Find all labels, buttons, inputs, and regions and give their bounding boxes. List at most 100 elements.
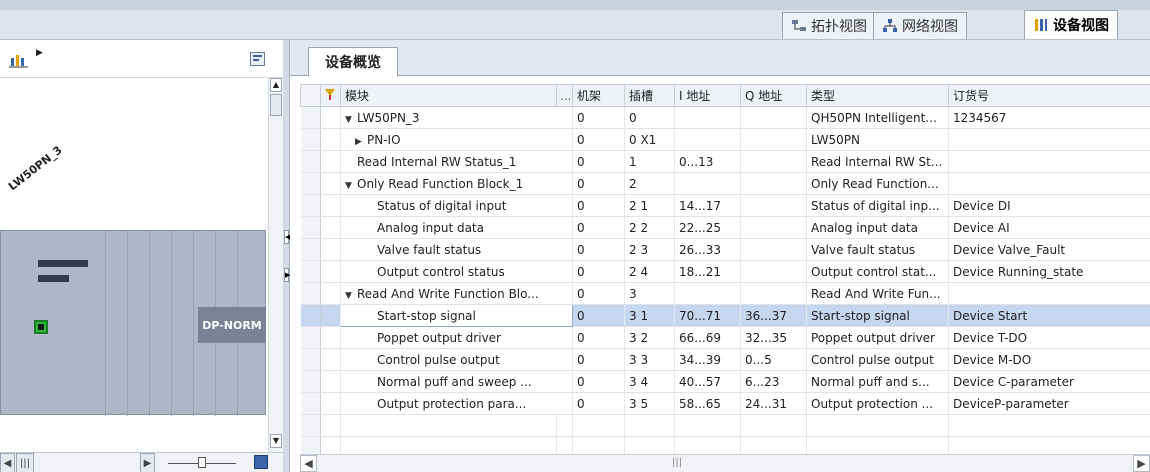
module-name-cell[interactable]: ▼ Read And Write Function Blo...	[340, 282, 573, 305]
q-address-cell[interactable]: 24...31	[740, 392, 807, 415]
i-address-cell[interactable]: 70...71	[674, 304, 741, 327]
module-name-cell[interactable]: Valve fault status	[340, 238, 573, 261]
slot-cell[interactable]: 2 3	[624, 238, 675, 261]
zoom-slider[interactable]	[168, 457, 236, 469]
device-canvas[interactable]: LW50PN_3 DP-NORM	[0, 78, 268, 452]
slot-cell[interactable]: 2 2	[624, 216, 675, 239]
row-gutter[interactable]	[300, 150, 321, 173]
collapse-left-icon[interactable]: ◀	[284, 230, 290, 244]
rack-cell[interactable]: 0	[572, 260, 625, 283]
scroll-thumb[interactable]	[270, 94, 282, 116]
type-cell[interactable]: Analog input data	[806, 216, 949, 239]
rack-cell[interactable]: 0	[572, 238, 625, 261]
device-tree-icon[interactable]	[8, 52, 30, 70]
rack-cell[interactable]: 0	[572, 326, 625, 349]
tab-device-view[interactable]: 设备视图	[1024, 10, 1118, 39]
type-cell[interactable]: Status of digital inp...	[806, 194, 949, 217]
slot-cell[interactable]: 2	[624, 172, 675, 195]
port-status-icon[interactable]	[34, 320, 48, 334]
graphic-vertical-scrollbar[interactable]: ▲ ▼	[268, 78, 283, 452]
row-gutter[interactable]	[300, 216, 321, 239]
table-row[interactable]: Control pulse output 0 3 3 34...39 0...5 Cont…	[300, 348, 1150, 371]
q-address-cell[interactable]	[740, 194, 807, 217]
header-module[interactable]: 模块	[340, 84, 557, 107]
slot-cell[interactable]: 3 4	[624, 370, 675, 393]
scroll-down-icon[interactable]: ▼	[270, 434, 282, 448]
order-number-cell[interactable]	[948, 172, 1150, 195]
row-gutter[interactable]	[300, 128, 321, 151]
rack-cell[interactable]: 0	[572, 370, 625, 393]
q-address-cell[interactable]	[740, 216, 807, 239]
scroll-right-icon[interactable]: ▶	[140, 453, 155, 472]
header-q-address[interactable]: Q 地址	[740, 84, 807, 107]
type-cell[interactable]: Poppet output driver	[806, 326, 949, 349]
row-gutter[interactable]	[300, 106, 321, 129]
slot-cell[interactable]: 3	[624, 282, 675, 305]
dp-norm-module[interactable]: DP-NORM	[198, 307, 266, 343]
tab-network-view[interactable]: 网络视图	[873, 12, 967, 39]
empty-table-row[interactable]	[300, 414, 1150, 437]
i-address-cell[interactable]: 34...39	[674, 348, 741, 371]
module-name-cell[interactable]: ▶ PN-IO	[340, 128, 573, 151]
type-cell[interactable]: Control pulse output	[806, 348, 949, 371]
slot-cell[interactable]: 3 5	[624, 392, 675, 415]
collapse-node-icon[interactable]: ▼	[345, 115, 357, 125]
overview-horizontal-scrollbar[interactable]: ◀ ||| ▶	[300, 454, 1150, 472]
rack-cell[interactable]: 0	[572, 216, 625, 239]
type-cell[interactable]: Output protection ...	[806, 392, 949, 415]
collapse-node-icon[interactable]: ▼	[345, 181, 357, 191]
rack-cell[interactable]: 0	[572, 150, 625, 173]
order-number-cell[interactable]	[948, 282, 1150, 305]
row-gutter[interactable]	[300, 238, 321, 261]
q-address-cell[interactable]	[740, 106, 807, 129]
type-cell[interactable]: Read Internal RW St...	[806, 150, 949, 173]
order-number-cell[interactable]: Device Start	[948, 304, 1150, 327]
i-address-cell[interactable]: 0...13	[674, 150, 741, 173]
order-number-cell[interactable]	[948, 128, 1150, 151]
rack-cell[interactable]: 0	[572, 128, 625, 151]
zoom-slider-thumb[interactable]	[198, 457, 206, 468]
row-gutter[interactable]	[300, 370, 321, 393]
order-number-cell[interactable]: Device Valve_Fault	[948, 238, 1150, 261]
expand-arrow-icon[interactable]: ▶	[36, 48, 43, 58]
scroll-left-icon[interactable]: ◀	[300, 455, 317, 472]
i-address-cell[interactable]	[674, 106, 741, 129]
module-name-cell[interactable]: Output protection para...	[340, 392, 573, 415]
row-gutter[interactable]	[300, 326, 321, 349]
panel-splitter[interactable]: ◀ ▶	[283, 40, 290, 472]
slot-cell[interactable]: 0 X1	[624, 128, 675, 151]
table-row[interactable]: Start-stop signal 0 3 1 70...71 36...37 Start…	[300, 304, 1150, 327]
module-name-cell[interactable]: ▼ Only Read Function Block_1	[340, 172, 573, 195]
order-number-cell[interactable]: Device AI	[948, 216, 1150, 239]
i-address-cell[interactable]: 40...57	[674, 370, 741, 393]
rack-cell[interactable]: 0	[572, 172, 625, 195]
order-number-cell[interactable]: Device DI	[948, 194, 1150, 217]
q-address-cell[interactable]	[740, 260, 807, 283]
order-number-cell[interactable]	[948, 150, 1150, 173]
module-name-cell[interactable]: Normal puff and sweep ...	[340, 370, 573, 393]
slot-cell[interactable]: 2 4	[624, 260, 675, 283]
table-row[interactable]: Status of digital input 0 2 1 14...17 Status…	[300, 194, 1150, 217]
tab-device-overview[interactable]: 设备概览	[308, 47, 398, 77]
table-row[interactable]: Output control status 0 2 4 18...21 Output c…	[300, 260, 1150, 283]
table-row[interactable]: ▼ Read And Write Function Blo... 0 3 Read An…	[300, 282, 1150, 305]
module-name-cell[interactable]: Status of digital input	[340, 194, 573, 217]
table-row[interactable]: Analog input data 0 2 2 22...25 Analog input…	[300, 216, 1150, 239]
scroll-right-icon[interactable]: ▶	[1133, 455, 1150, 472]
i-address-cell[interactable]	[674, 128, 741, 151]
header-slot[interactable]: 插槽	[624, 84, 675, 107]
row-gutter[interactable]	[300, 282, 321, 305]
overview-toggle-icon[interactable]	[250, 52, 265, 66]
table-row[interactable]: Normal puff and sweep ... 0 3 4 40...57 6...…	[300, 370, 1150, 393]
row-gutter[interactable]	[300, 172, 321, 195]
table-row[interactable]: Read Internal RW Status_1 0 1 0...13 Read In…	[300, 150, 1150, 173]
type-cell[interactable]: QH50PN Intelligent...	[806, 106, 949, 129]
q-address-cell[interactable]: 0...5	[740, 348, 807, 371]
module-name-cell[interactable]: Analog input data	[340, 216, 573, 239]
slot-cell[interactable]: 3 2	[624, 326, 675, 349]
row-gutter[interactable]	[300, 348, 321, 371]
row-gutter[interactable]	[300, 392, 321, 415]
type-cell[interactable]: Start-stop signal	[806, 304, 949, 327]
i-address-cell[interactable]	[674, 172, 741, 195]
module-name-cell[interactable]: Output control status	[340, 260, 573, 283]
